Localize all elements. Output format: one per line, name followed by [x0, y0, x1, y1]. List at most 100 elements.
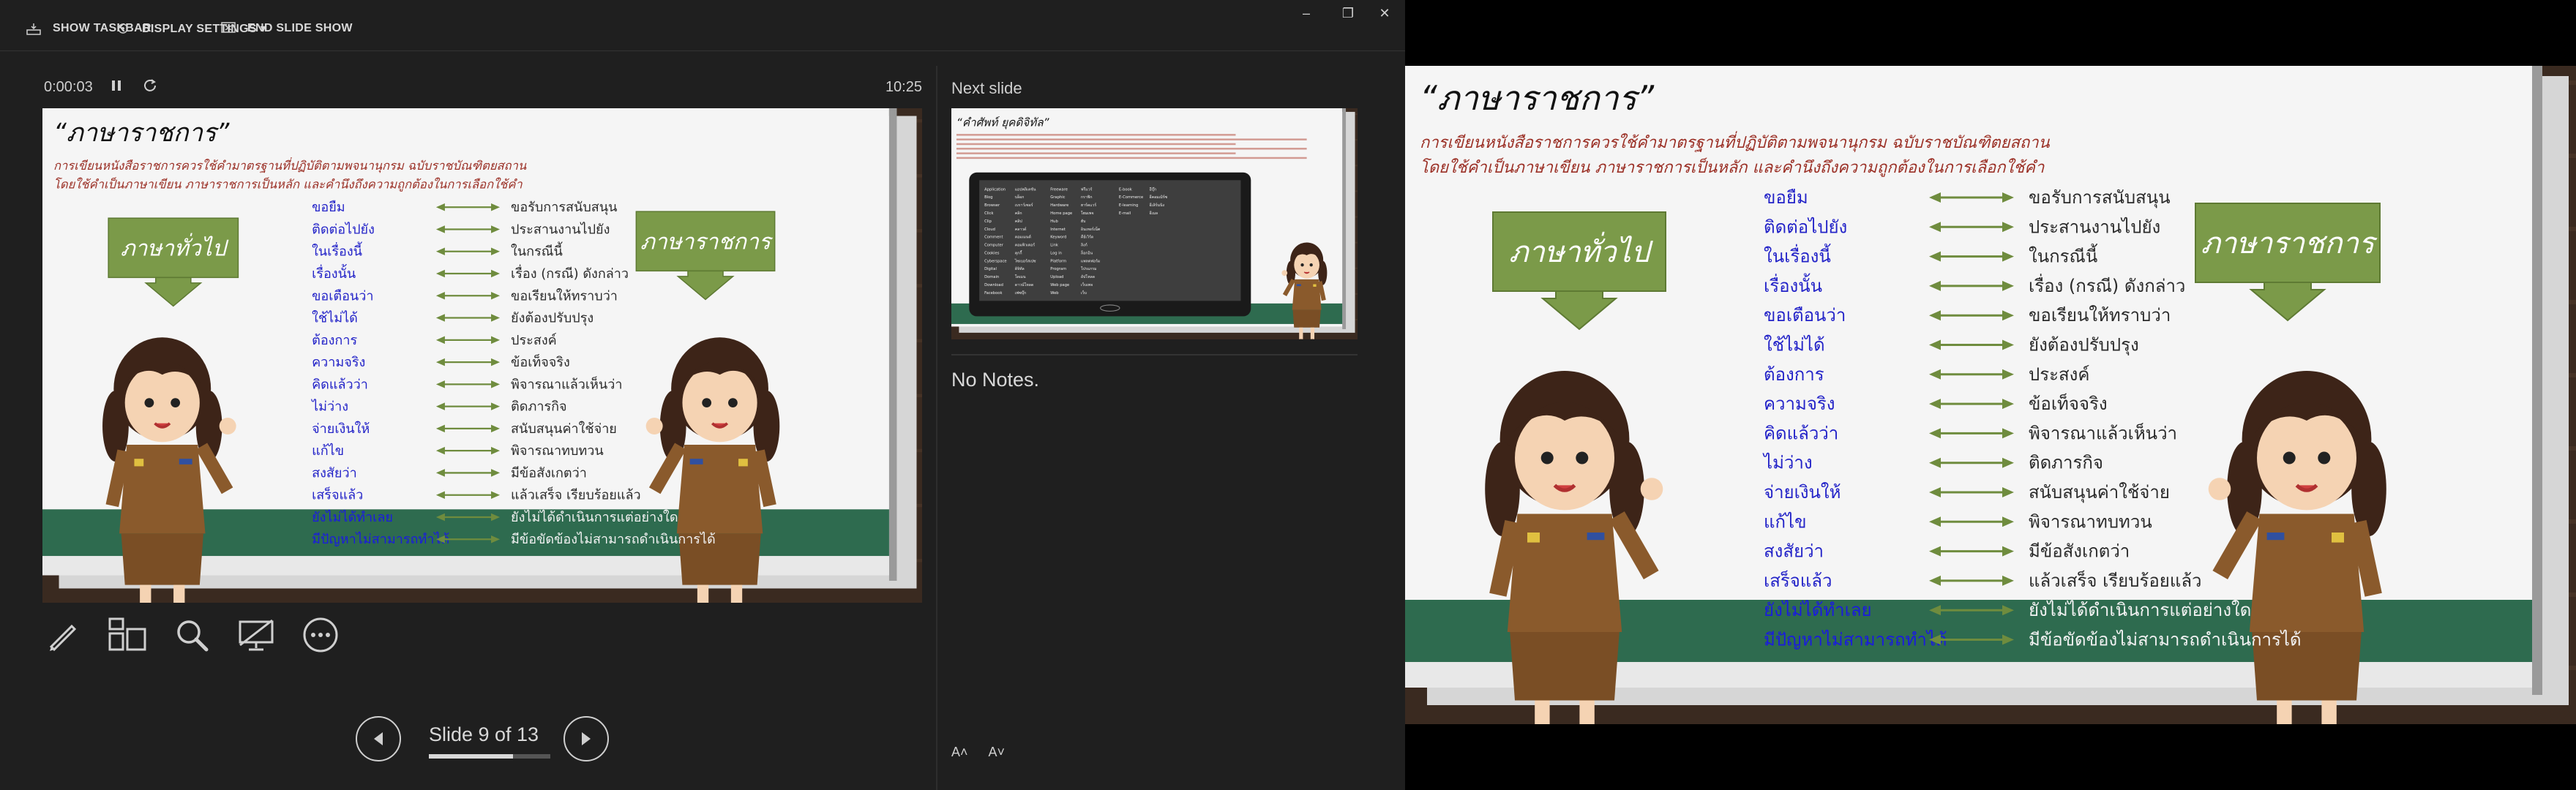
slide-progress-fill — [429, 754, 513, 759]
pen-tool-button[interactable] — [42, 614, 83, 655]
zoom-button[interactable] — [171, 614, 212, 655]
vocab-cell: คลิป — [1015, 219, 1022, 224]
official-word: แล้วเสร็จ เรียบร้อยแล้ว — [2029, 570, 2202, 591]
restore-button[interactable]: ❐ — [1337, 4, 1359, 22]
next-slide-text-line — [956, 143, 1236, 146]
paper-edge — [888, 108, 897, 581]
vocab-cell: Graphic — [1050, 195, 1065, 200]
vocab-cell: Freeware — [1050, 187, 1068, 192]
general-word: มีปัญหาไม่สามารถทำได้ — [312, 531, 449, 547]
general-word: แก้ไข — [1764, 511, 1806, 532]
pause-timer-button[interactable] — [111, 79, 121, 96]
official-word: ขอเรียนให้ทราบว่า — [511, 287, 618, 304]
screen-slash-icon — [239, 619, 274, 651]
slide-counter[interactable]: Slide 9 of 13 — [422, 723, 546, 746]
paper-edge — [1342, 108, 1347, 329]
face — [1515, 405, 1614, 511]
next-slide-preview[interactable]: “คำศัพท์ ยุคดิจิทัล” Application แอปพลิเคช… — [951, 108, 1358, 339]
grid-icon — [108, 617, 146, 651]
name-tag — [1296, 284, 1301, 287]
slide-subtitle: โดยใช้คำเป็นภาษาเขียน ภาษาราชการเป็นหลัก… — [53, 177, 523, 192]
vocab-cell: โฮมเพจ — [1081, 211, 1094, 216]
vocab-cell: Facebook — [984, 291, 1002, 296]
vocab-cell: คลาวด์ — [1015, 227, 1027, 232]
vocab-cell: คอมพิวเตอร์ — [1015, 243, 1036, 248]
hand — [645, 418, 663, 435]
eye — [728, 398, 738, 407]
official-word: มีข้อขัดข้องไม่สามารถดำเนินการได้ — [511, 531, 716, 547]
magnifier-icon — [177, 620, 209, 652]
vocab-cell: คอมเมนต์ — [1015, 235, 1031, 240]
end-show-icon — [220, 21, 237, 36]
slide-subtitle: การเขียนหนังสือราชการควรใช้คำมาตรฐานที่ป… — [1420, 131, 2051, 152]
general-word: ขอยืม — [1764, 187, 1808, 208]
general-word: ไม่ว่าง — [1762, 453, 1813, 473]
uniform-shirt — [676, 445, 763, 534]
hair-tail — [2351, 441, 2386, 537]
official-word: เรื่อง (กรณี) ดังกล่าว — [511, 264, 629, 282]
panel-divider[interactable] — [936, 66, 937, 790]
general-word: ในเรื่องนี้ — [312, 242, 362, 260]
eye — [1540, 451, 1554, 464]
official-word: พิจารณาแล้วเห็นว่า — [2029, 422, 2177, 443]
general-word: ใช้ไม่ได้ — [1764, 335, 1825, 356]
paper-edge — [2532, 66, 2542, 695]
pause-icon — [112, 80, 121, 91]
vocab-cell: ลิงก์ — [1081, 243, 1087, 248]
minimize-button[interactable]: – — [1295, 4, 1317, 22]
increase-font-button[interactable]: A˄ — [951, 745, 968, 760]
face — [1294, 251, 1319, 279]
next-slide-button[interactable] — [564, 716, 609, 761]
leg — [2277, 700, 2292, 724]
general-language-label-text: ภาษาทั่วไป — [1509, 231, 1654, 269]
vocab-cell: แพลตฟอร์ม — [1081, 258, 1100, 263]
uniform-shirt — [1292, 279, 1322, 310]
vocab-cell: E-book — [1119, 187, 1132, 192]
official-word: ติดภารกิจ — [511, 399, 567, 415]
leg — [1535, 700, 1550, 724]
projected-slide[interactable]: “ภาษาราชการ” การเขียนหนังสือราชการควรใช้ค… — [1405, 66, 2576, 724]
vocab-cell: ดิจิทัล — [1015, 266, 1025, 271]
general-word: เรื่องนั้น — [1764, 273, 1822, 296]
name-tag — [2266, 533, 2285, 541]
slide-progress-bar — [429, 754, 550, 759]
vocab-cell: Cloud — [984, 227, 995, 232]
slide-navigation: Slide 9 of 13 — [356, 713, 609, 764]
badge — [1527, 533, 1540, 543]
general-word: จ่ายเงินให้ — [312, 421, 370, 437]
more-options-button[interactable] — [300, 614, 341, 655]
vocab-cell: Computer — [984, 244, 1004, 248]
vocab-cell: เบราว์เซอร์ — [1015, 203, 1033, 208]
end-slide-show-button[interactable]: END SLIDE SHOW — [220, 18, 353, 40]
decrease-font-button[interactable]: A˅ — [989, 745, 1006, 760]
see-all-slides-button[interactable] — [107, 614, 148, 655]
vocab-cell: E-Commerce — [1119, 195, 1143, 200]
vocab-cell: อีคอมเมิร์ซ — [1150, 195, 1168, 200]
general-word: เสร็จแล้ว — [312, 486, 363, 503]
vocab-cell: โดเมน — [1015, 274, 1026, 279]
vocab-cell: Program — [1050, 267, 1066, 271]
previous-slide-button[interactable] — [356, 716, 401, 761]
speaker-notes[interactable]: No Notes. — [951, 369, 1039, 391]
mouth — [154, 422, 171, 429]
vocab-cell: Click — [984, 211, 993, 216]
vocab-cell: Domain — [984, 275, 999, 279]
current-slide-preview[interactable]: “ภาษาราชการ” การเขียนหนังสือราชการควรใช้ค… — [42, 108, 922, 603]
vocab-cell: Platform — [1050, 259, 1066, 263]
general-word: ใช้ไม่ได้ — [312, 310, 358, 326]
reset-timer-button[interactable] — [143, 78, 157, 97]
black-screen-button[interactable] — [236, 614, 277, 655]
close-button[interactable]: ✕ — [1374, 4, 1396, 22]
next-slide-text-line — [956, 157, 1307, 159]
official-word: ข้อเท็จจริง — [511, 353, 570, 370]
general-word: สงสัยว่า — [312, 465, 357, 481]
general-word: จ่ายเงินให้ — [1764, 482, 1841, 503]
vocab-cell: Keyword — [1050, 236, 1066, 240]
next-slide-text-line — [956, 152, 1236, 154]
uniform-skirt — [1510, 632, 1620, 701]
official-word: มีข้อสังเกตว่า — [511, 465, 587, 481]
official-word: เรื่อง (กรณี) ดังกล่าว — [2029, 274, 2185, 296]
hand — [1640, 478, 1663, 500]
general-word: ยังไม่ได้ทำเลย — [1764, 600, 1872, 620]
general-word: คิดแล้วว่า — [1764, 423, 1838, 443]
